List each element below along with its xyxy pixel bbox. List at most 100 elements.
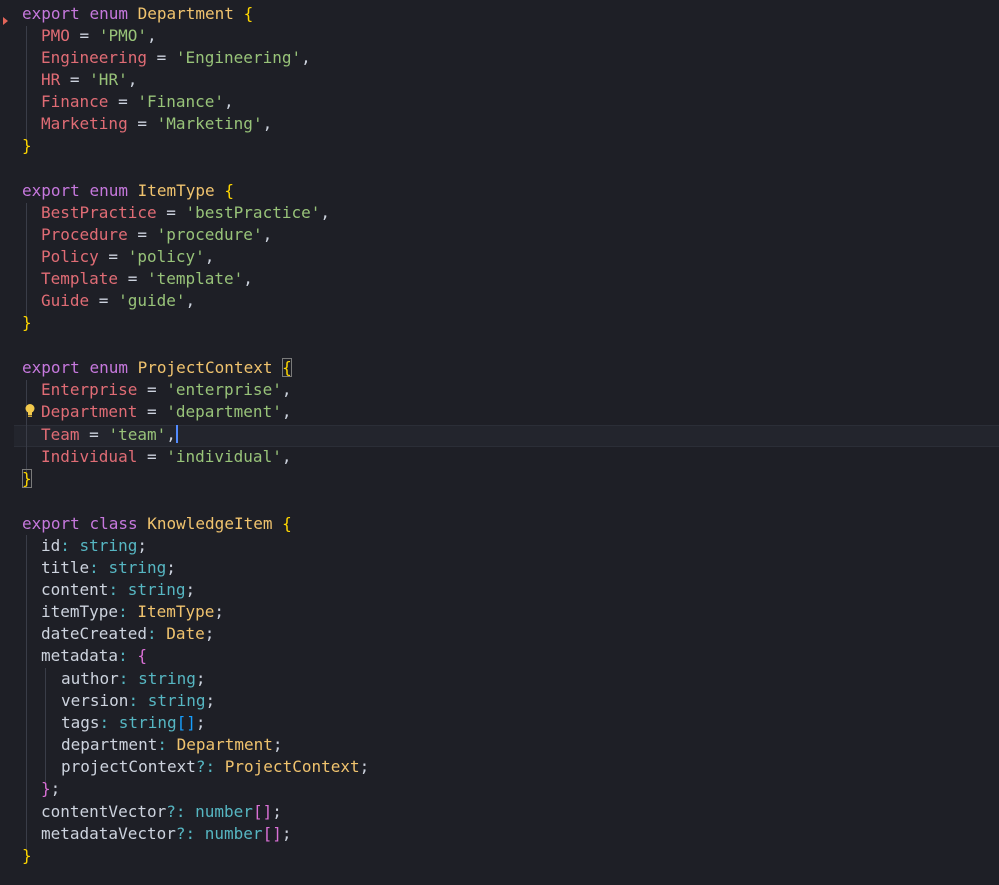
code-line: Individual = 'individual', <box>41 446 291 468</box>
string-literal: 'guide' <box>118 291 186 310</box>
colon: : <box>108 580 128 599</box>
colon: : <box>118 602 138 621</box>
comma: , <box>262 225 273 244</box>
code-line: export enum ProjectContext { <box>22 357 292 379</box>
field-name: content <box>41 580 109 599</box>
code-line: content: string; <box>41 579 195 601</box>
code-line: export enum Department { <box>22 3 253 25</box>
field-name: metadataVector <box>41 824 176 843</box>
code-line: }; <box>41 778 60 800</box>
field-name: metadata <box>41 646 119 665</box>
array-brackets: [] <box>176 713 196 732</box>
code-line: author: string; <box>61 668 206 690</box>
colon: : <box>146 624 167 643</box>
enum-member: Individual <box>41 447 138 466</box>
code-editor[interactable]: export enum Department { PMO = 'PMO', En… <box>0 0 999 885</box>
code-line: Policy = 'policy', <box>41 246 214 268</box>
code-line: } <box>22 845 32 867</box>
field-type: Date <box>166 624 205 643</box>
string-literal: 'enterprise' <box>166 380 282 399</box>
close-brace: } <box>22 136 32 155</box>
array-brackets: [] <box>262 824 282 843</box>
code-line: projectContext?: ProjectContext; <box>61 756 369 778</box>
code-line: Finance = 'Finance', <box>41 91 234 113</box>
keyword: enum <box>89 181 128 200</box>
enum-member: Department <box>41 402 138 421</box>
code-line: dateCreated: Date; <box>41 623 214 645</box>
comma: , <box>243 269 253 288</box>
code-line: Enterprise = 'enterprise', <box>41 379 291 401</box>
close-brace: } <box>41 779 51 798</box>
colon: : <box>89 558 109 577</box>
comma: , <box>224 92 234 111</box>
code-line: BestPractice = 'bestPractice', <box>41 202 330 224</box>
field-type: string <box>138 669 196 688</box>
equals: = <box>146 48 176 67</box>
code-line: department: Department; <box>61 734 283 756</box>
enum-member: PMO <box>41 26 70 45</box>
field-type: string <box>127 580 186 599</box>
enum-member: Engineering <box>41 48 147 67</box>
code-line: } <box>22 468 32 490</box>
comma: , <box>281 402 292 421</box>
equals: = <box>108 92 138 111</box>
code-line: Template = 'template', <box>41 268 253 290</box>
optional-colon: ?: <box>166 802 196 821</box>
comma: , <box>301 48 311 67</box>
comma: , <box>204 247 215 266</box>
enum-member: Policy <box>41 247 99 266</box>
semicolon: ; <box>185 580 196 599</box>
string-literal: 'Marketing' <box>156 114 263 133</box>
code-line: export class KnowledgeItem { <box>22 513 292 535</box>
code-line: title: string; <box>41 557 176 579</box>
indent-guide <box>26 535 27 849</box>
comma: , <box>281 380 292 399</box>
enum-name: ProjectContext <box>137 358 273 377</box>
colon: : <box>157 735 177 754</box>
equals: = <box>98 247 128 266</box>
code-line: } <box>22 135 32 157</box>
enum-name: ItemType <box>137 181 215 200</box>
comma: , <box>262 114 273 133</box>
open-brace: { <box>282 358 292 377</box>
indent-guide <box>26 203 27 317</box>
field-name: itemType <box>41 602 119 621</box>
enum-member: Guide <box>41 291 90 310</box>
current-code-line[interactable]: Team = 'team', <box>41 424 178 446</box>
semicolon: ; <box>214 602 225 621</box>
field-name: dateCreated <box>41 624 147 643</box>
string-literal: 'procedure' <box>156 225 263 244</box>
code-line: export enum ItemType { <box>22 180 234 202</box>
keyword: export <box>22 514 80 533</box>
semicolon: ; <box>281 824 292 843</box>
indent-guide <box>26 26 27 140</box>
string-literal: 'Finance' <box>137 92 225 111</box>
colon: : <box>118 646 138 665</box>
lightbulb-icon[interactable] <box>24 403 36 419</box>
comma: , <box>281 447 292 466</box>
code-line: Procedure = 'procedure', <box>41 224 272 246</box>
code-line: PMO = 'PMO', <box>41 25 157 47</box>
field-name: projectContext <box>61 757 196 776</box>
equals: = <box>137 380 167 399</box>
code-line: contentVector?: number[]; <box>41 801 282 823</box>
code-line: HR = 'HR', <box>41 69 137 91</box>
colon: : <box>60 536 80 555</box>
semicolon: ; <box>195 713 206 732</box>
field-name: id <box>41 536 61 555</box>
fold-marker-icon[interactable] <box>3 17 8 25</box>
close-brace: } <box>22 469 32 488</box>
code-line: Marketing = 'Marketing', <box>41 113 272 135</box>
colon: : <box>128 691 148 710</box>
semicolon: ; <box>50 779 61 798</box>
equals: = <box>137 447 167 466</box>
string-literal: 'individual' <box>166 447 282 466</box>
semicolon: ; <box>137 536 147 555</box>
string-literal: 'PMO' <box>98 26 147 45</box>
optional-colon: ?: <box>175 824 205 843</box>
field-name: contentVector <box>41 802 167 821</box>
string-literal: 'team' <box>108 425 167 444</box>
comma: , <box>185 291 196 310</box>
string-literal: 'HR' <box>89 70 128 89</box>
enum-member: Procedure <box>41 225 128 244</box>
